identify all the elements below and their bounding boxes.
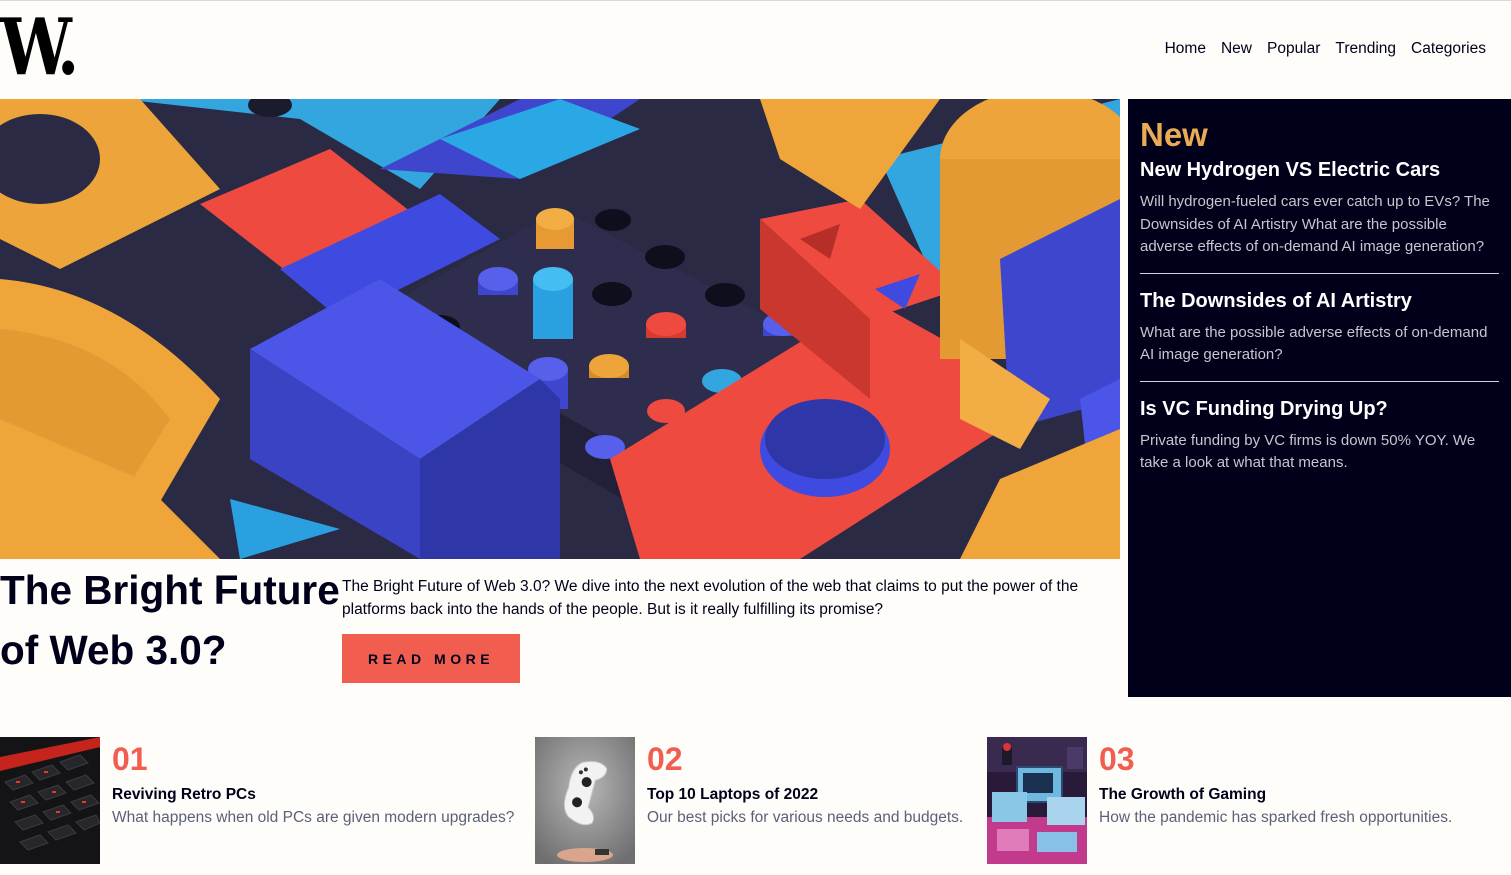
hero-title[interactable]: The Bright Future of Web 3.0? xyxy=(0,560,345,680)
hero-description: The Bright Future of Web 3.0? We dive in… xyxy=(342,578,1079,618)
card-description: What happens when old PCs are given mode… xyxy=(112,809,515,826)
new-article-title[interactable]: Is VC Funding Drying Up? xyxy=(1140,396,1499,422)
card-body: 01 Reviving Retro PCs What happens when … xyxy=(100,737,514,864)
new-article-summary: Will hydrogen-fueled cars ever catch up … xyxy=(1140,193,1490,255)
featured-card-gaming: 03 The Growth of Gaming How the pandemic… xyxy=(987,737,1452,864)
card-number: 02 xyxy=(647,741,683,777)
new-article-title[interactable]: The Downsides of AI Artistry xyxy=(1140,288,1499,314)
nav-popular-link[interactable]: Popular xyxy=(1267,40,1320,58)
new-articles-panel: New New Hydrogen VS Electric Cars Will h… xyxy=(1128,99,1511,697)
main-nav: Home New Popular Trending Categories xyxy=(1165,40,1486,58)
nav-home-link[interactable]: Home xyxy=(1165,40,1206,58)
new-article-title[interactable]: New Hydrogen VS Electric Cars xyxy=(1140,157,1499,183)
featured-card-retro-pcs: 01 Reviving Retro PCs What happens when … xyxy=(0,737,514,864)
nav-categories-link[interactable]: Categories xyxy=(1411,40,1486,58)
card-number: 03 xyxy=(1099,741,1135,777)
new-article-summary: What are the possible adverse effects of… xyxy=(1140,323,1488,364)
game-controller-thumbnail[interactable] xyxy=(535,737,635,864)
card-body: 02 Top 10 Laptops of 2022 Our best picks… xyxy=(635,737,963,864)
new-article-item: The Downsides of AI Artistry What are th… xyxy=(1140,288,1499,382)
site-logo[interactable]: W. xyxy=(0,8,79,88)
card-number: 01 xyxy=(112,741,148,777)
new-article-summary: Private funding by VC firms is down 50% … xyxy=(1140,431,1476,472)
top-border xyxy=(0,0,1511,1)
nav-trending-link[interactable]: Trending xyxy=(1335,40,1396,58)
card-description: Our best picks for various needs and bud… xyxy=(647,809,964,826)
read-more-button[interactable]: READ MORE xyxy=(342,634,520,683)
nav-new-link[interactable]: New xyxy=(1221,40,1252,58)
card-title[interactable]: The Growth of Gaming xyxy=(1099,785,1452,805)
new-panel-heading: New xyxy=(1140,116,1208,153)
new-article-item: New Hydrogen VS Electric Cars Will hydro… xyxy=(1140,157,1499,274)
card-description: How the pandemic has sparked fresh oppor… xyxy=(1099,809,1453,826)
new-article-item: Is VC Funding Drying Up? Private funding… xyxy=(1140,396,1499,489)
hero-image xyxy=(0,99,1120,559)
card-body: 03 The Growth of Gaming How the pandemic… xyxy=(1087,737,1452,864)
retro-consoles-thumbnail[interactable] xyxy=(987,737,1087,864)
card-title[interactable]: Top 10 Laptops of 2022 xyxy=(647,785,963,805)
retro-pc-keyboard-thumbnail[interactable] xyxy=(0,737,100,864)
featured-card-laptops: 02 Top 10 Laptops of 2022 Our best picks… xyxy=(535,737,963,864)
card-title[interactable]: Reviving Retro PCs xyxy=(112,785,514,805)
